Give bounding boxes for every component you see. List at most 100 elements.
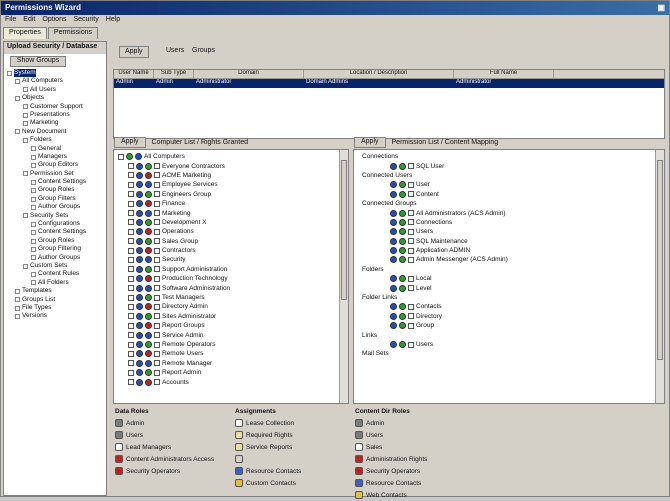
checkbox[interactable] (154, 360, 160, 367)
checkbox[interactable] (154, 163, 160, 170)
column-header[interactable]: Sub Type (154, 70, 194, 78)
checkbox[interactable] (408, 341, 414, 348)
checkbox[interactable] (128, 191, 134, 198)
list-item[interactable]: Directory (358, 312, 654, 321)
expand-icon[interactable] (31, 162, 36, 168)
checkbox[interactable] (154, 285, 160, 292)
list-item[interactable]: All Administrators (ACS Admin) (358, 208, 654, 217)
expand-icon[interactable] (15, 305, 20, 311)
list-item[interactable]: Folder Links (358, 293, 654, 302)
checkbox[interactable] (128, 266, 134, 273)
checkbox[interactable] (408, 191, 414, 198)
menu-item[interactable]: Edit (23, 16, 35, 26)
tree-item[interactable]: Author Groups (4, 203, 106, 211)
expand-icon[interactable] (15, 95, 20, 101)
checkbox[interactable] (408, 219, 414, 226)
expand-icon[interactable] (31, 179, 36, 185)
expand-icon[interactable] (23, 263, 28, 269)
list-item[interactable]: Connections (358, 152, 654, 161)
column-header[interactable]: Domain (194, 70, 304, 78)
checkbox[interactable] (128, 360, 134, 367)
checkbox[interactable] (154, 256, 160, 263)
checkbox[interactable] (408, 285, 414, 292)
checkbox[interactable] (408, 313, 414, 320)
computer-list-scrollbar[interactable] (339, 150, 348, 403)
tree-item[interactable]: General (4, 145, 106, 153)
list-item[interactable]: Finance (118, 199, 338, 208)
list-item[interactable]: Remote Operators (118, 340, 338, 349)
checkbox[interactable] (408, 247, 414, 254)
expand-icon[interactable] (15, 314, 20, 320)
list-item[interactable]: Employee Services (118, 180, 338, 189)
checkbox[interactable] (408, 275, 414, 282)
checkbox[interactable] (128, 163, 134, 170)
checkbox[interactable] (128, 313, 134, 320)
list-item[interactable]: Directory Admin (118, 302, 338, 311)
apply-button[interactable]: Apply (119, 46, 149, 58)
tree-item[interactable]: New Document (4, 128, 106, 136)
list-item[interactable]: Links (358, 330, 654, 339)
checkbox[interactable] (128, 350, 134, 357)
expand-icon[interactable] (23, 87, 28, 93)
checkbox[interactable] (154, 379, 160, 386)
tree-item[interactable]: Security Sets (4, 212, 106, 220)
checkbox[interactable] (154, 341, 160, 348)
menu-item[interactable]: Help (106, 16, 120, 26)
expand-icon[interactable] (15, 129, 20, 135)
list-item[interactable]: Operations (118, 227, 338, 236)
tree-item[interactable]: Permission Set (4, 170, 106, 178)
show-groups-button[interactable]: Show Groups (10, 56, 66, 67)
list-item[interactable]: All Computers (118, 152, 338, 161)
checkbox[interactable] (128, 219, 134, 226)
list-item[interactable]: User (358, 180, 654, 189)
checkbox[interactable] (128, 322, 134, 329)
list-item[interactable]: SQL Maintenance (358, 237, 654, 246)
tree-item[interactable]: System (4, 69, 106, 78)
checkbox[interactable] (408, 163, 414, 170)
tree-item[interactable]: Configurations (4, 220, 106, 228)
tree-item[interactable]: Objects (4, 94, 106, 102)
checkbox[interactable] (128, 247, 134, 254)
list-item[interactable]: Accounts (118, 377, 338, 386)
tree-item[interactable]: Presentations (4, 111, 106, 119)
list-item[interactable]: Connections (358, 218, 654, 227)
list-item[interactable]: Test Managers (118, 293, 338, 302)
tree-item[interactable]: Versions (4, 312, 106, 320)
checkbox[interactable] (154, 210, 160, 217)
list-item[interactable]: Remote Manager (118, 359, 338, 368)
checkbox[interactable] (408, 303, 414, 310)
checkbox[interactable] (128, 294, 134, 301)
expand-icon[interactable] (31, 246, 36, 252)
menu-item[interactable]: Security (73, 16, 98, 26)
checkbox[interactable] (128, 200, 134, 207)
checkbox[interactable] (154, 313, 160, 320)
tree-item[interactable]: Author Groups (4, 254, 106, 262)
tree-item[interactable]: Templates (4, 287, 106, 295)
checkbox[interactable] (154, 322, 160, 329)
tree-item[interactable]: All Computers (4, 77, 106, 85)
checkbox[interactable] (128, 210, 134, 217)
checkbox[interactable] (154, 332, 160, 339)
tree-item[interactable]: Marketing (4, 119, 106, 127)
list-item[interactable]: Contractors (118, 246, 338, 255)
expand-icon[interactable] (15, 288, 20, 294)
expand-icon[interactable] (31, 204, 36, 210)
list-item[interactable]: Local (358, 274, 654, 283)
expand-icon[interactable] (23, 213, 28, 219)
list-item[interactable]: Marketing (118, 208, 338, 217)
expand-icon[interactable] (23, 112, 28, 118)
expand-icon[interactable] (31, 146, 36, 152)
permission-list-scrollbar[interactable] (655, 150, 664, 403)
checkbox[interactable] (154, 172, 160, 179)
checkbox[interactable] (128, 285, 134, 292)
column-header[interactable]: Location / Description (304, 70, 454, 78)
checkbox[interactable] (154, 219, 160, 226)
list-item[interactable]: Connected Users (358, 171, 654, 180)
list-item[interactable]: Development X (118, 218, 338, 227)
list-item[interactable]: ACME Marketing (118, 171, 338, 180)
expand-icon[interactable] (23, 104, 28, 110)
tree-item[interactable]: File Types (4, 304, 106, 312)
tree-item[interactable]: Groups List (4, 296, 106, 304)
tree-item[interactable]: Group Filtering (4, 245, 106, 253)
expand-icon[interactable] (31, 221, 36, 227)
